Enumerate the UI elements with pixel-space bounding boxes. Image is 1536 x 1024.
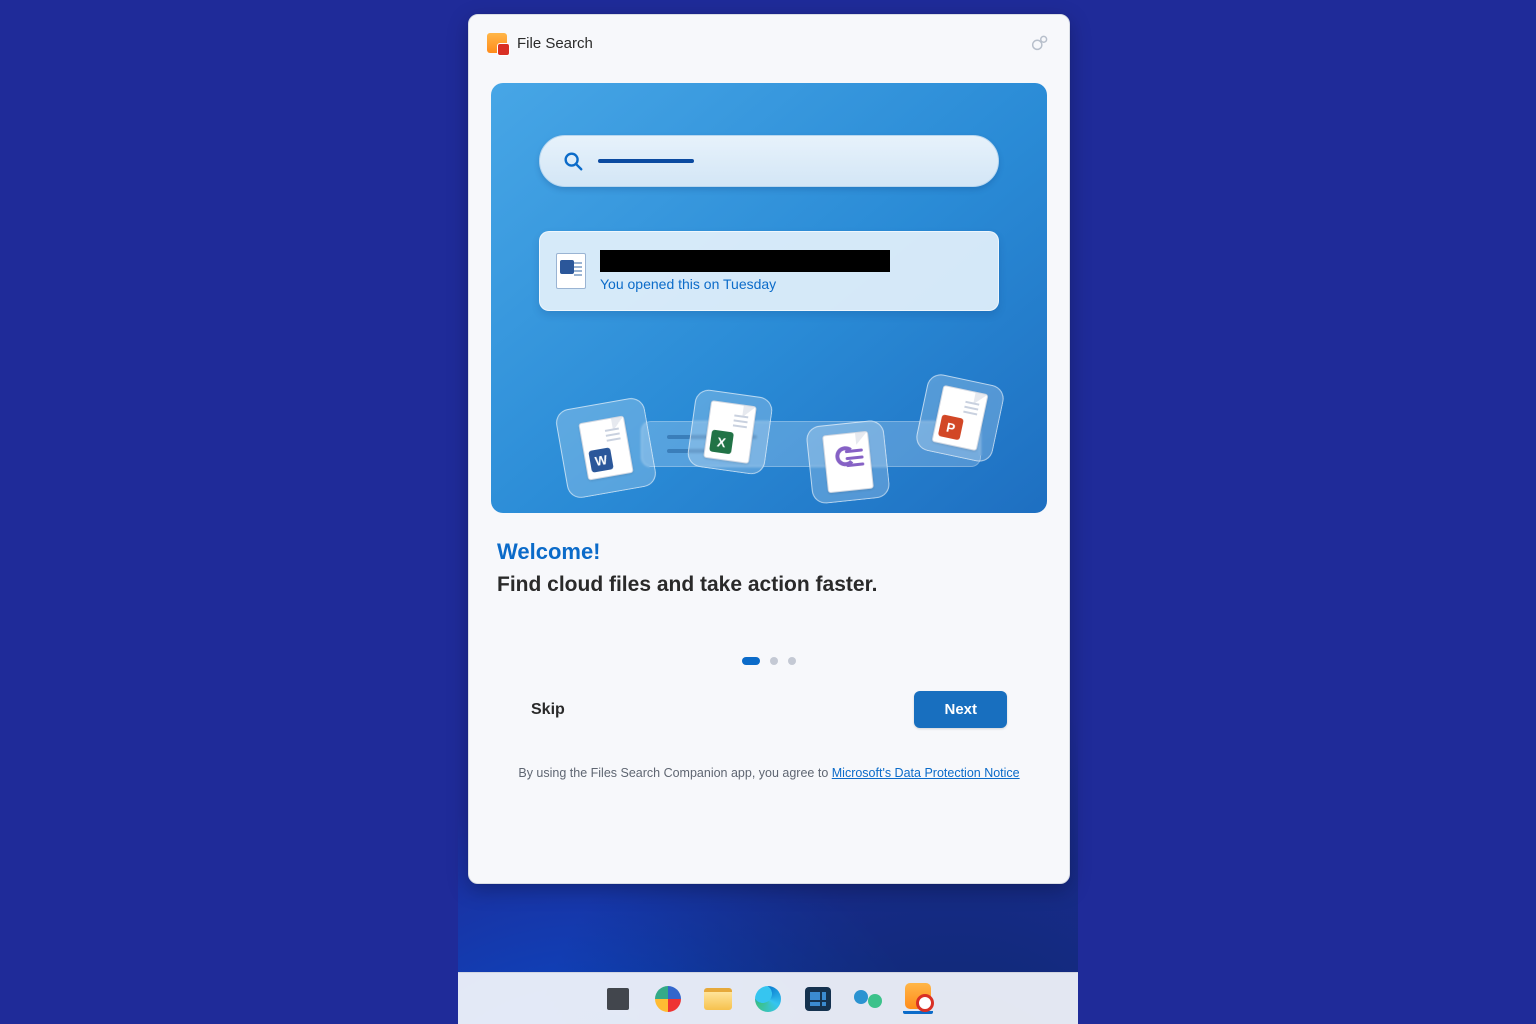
taskbar-people-icon[interactable] <box>853 984 883 1014</box>
word-tile: W <box>554 396 658 500</box>
excel-tile: X <box>686 388 774 476</box>
powerpoint-tile: P <box>914 372 1007 465</box>
legal-prefix: By using the Files Search Companion app,… <box>518 766 831 780</box>
welcome-subheading: Find cloud files and take action faster. <box>497 573 1041 597</box>
file-search-app-icon <box>487 33 507 53</box>
onboarding-copy: Welcome! Find cloud files and take actio… <box>469 513 1069 597</box>
desktop-center-column: File Search W <box>458 0 1078 1024</box>
taskbar-edge-icon[interactable] <box>753 984 783 1014</box>
taskbar-copilot-icon[interactable] <box>653 984 683 1014</box>
carousel-dot-3[interactable] <box>788 657 796 665</box>
file-search-onboarding-dialog: File Search W <box>468 14 1070 884</box>
taskbar-store-icon[interactable] <box>803 984 833 1014</box>
taskbar-file-explorer-icon[interactable] <box>703 984 733 1014</box>
hero-illustration: W You opened this on Tuesday W X <box>491 83 1047 513</box>
legal-link[interactable]: Microsoft's Data Protection Notice <box>832 766 1020 780</box>
next-button[interactable]: Next <box>914 691 1007 728</box>
welcome-heading: Welcome! <box>497 539 1041 565</box>
carousel-dots <box>469 657 1069 665</box>
taskbar <box>458 972 1078 1024</box>
skip-button[interactable]: Skip <box>531 701 565 719</box>
taskbar-file-search-icon[interactable] <box>903 984 933 1014</box>
carousel-dot-1[interactable] <box>742 657 760 665</box>
dialog-header: File Search <box>469 15 1069 71</box>
floating-doc-icons: W X P <box>491 83 1047 513</box>
feedback-icon[interactable] <box>1029 32 1051 54</box>
carousel-dot-2[interactable] <box>770 657 778 665</box>
loop-tile <box>805 419 891 505</box>
dialog-title: File Search <box>517 35 593 52</box>
button-row: Skip Next <box>469 665 1069 728</box>
taskbar-start-icon[interactable] <box>603 984 633 1014</box>
legal-notice: By using the Files Search Companion app,… <box>469 766 1069 780</box>
